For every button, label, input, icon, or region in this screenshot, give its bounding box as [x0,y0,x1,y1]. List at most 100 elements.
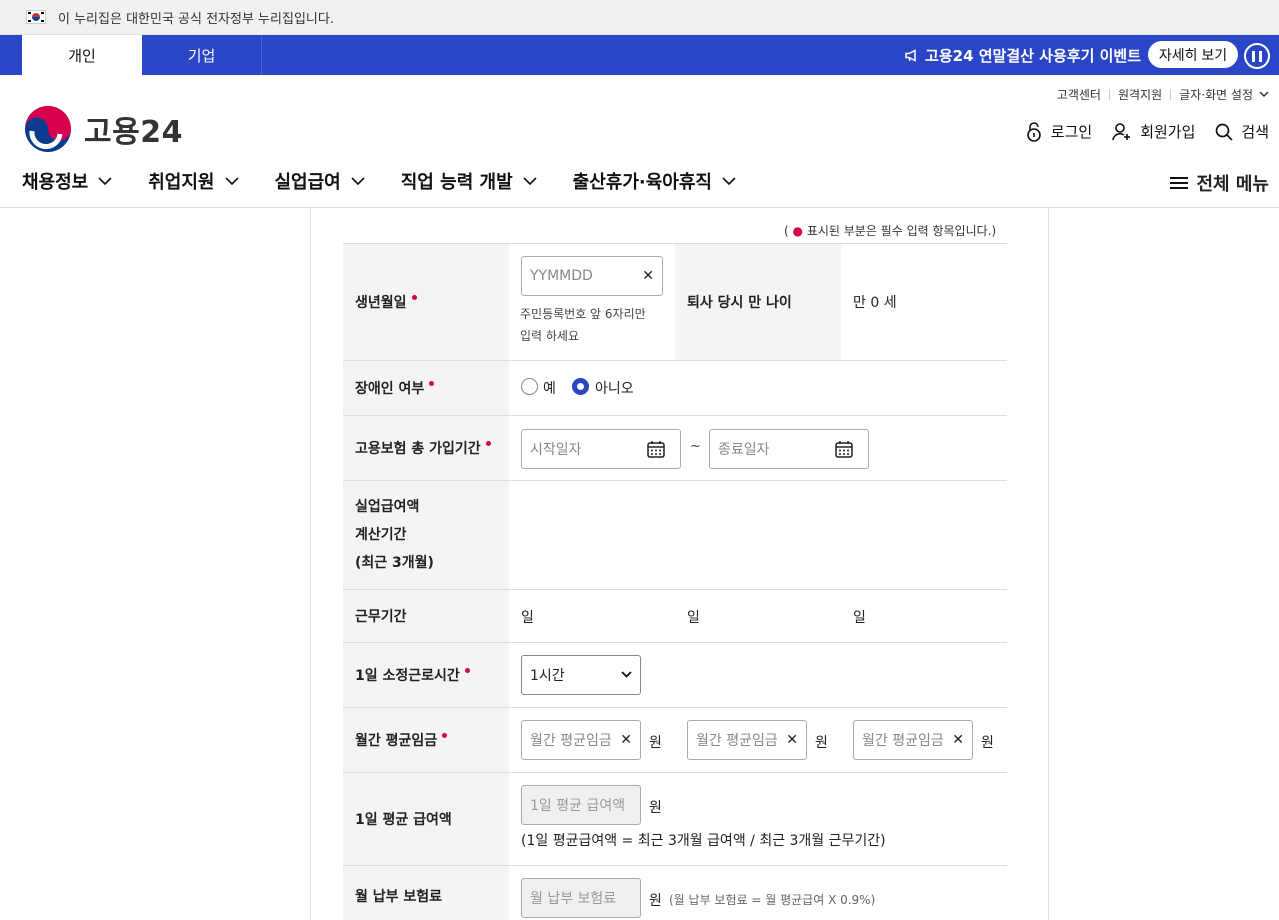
birth-help-line1: 주민등록번호 앞 6자리만 [520,307,646,321]
monthly-wage-label: 월간 평균임금 [343,708,509,772]
nav-item-label: 출산휴가·육아휴직 [572,172,712,193]
work-days-value-2: 일 [687,610,700,626]
clear-icon[interactable]: ✕ [952,732,964,748]
nav-item-label: 채용정보 [22,172,89,193]
monthly-wage-input-3[interactable]: 월간 평균임금 ✕ [853,720,973,760]
utility-links: 고객센터 원격지원 글자·화면 설정 [1057,86,1269,103]
birth-label: 생년월일 [343,244,509,360]
age-value: 만 0 세 [853,295,897,311]
calc-period-line2: 계산기간 [355,527,407,543]
end-date-placeholder: 종료일자 [718,442,770,458]
search-icon [1216,123,1233,141]
row-insurance-period: 고용보험 총 가입기간 시작일자 ~ 종료일자 [343,415,1007,480]
nav-item-label: 취업지원 [148,172,215,193]
row-monthly-wage: 월간 평균임금 월간 평균임금 ✕ 원 월간 평균임금 ✕ 원 월간 평균임금 … [343,707,1007,772]
insurance-period-label: 고용보험 총 가입기간 [343,416,509,480]
monthly-wage-label-text: 월간 평균임금 [355,733,438,749]
daily-hours-select[interactable]: 1시간 [521,655,641,695]
required-note: ( ● 표시된 부분은 필수 입력 항목입니다.) [784,224,997,238]
nav-item-label: 실업급여 [274,172,341,193]
disabled-label-text: 장애인 여부 [355,381,425,397]
insurance-period-label-text: 고용보험 총 가입기간 [355,441,481,457]
clear-icon[interactable]: ✕ [786,732,798,748]
nav-item-parental-leave[interactable]: 출산휴가·육아휴직 [573,168,736,194]
monthly-wage-placeholder: 월간 평균임금 [530,733,612,749]
logo-text: 고용24 [84,115,183,150]
won-unit: 원 [815,735,828,751]
calendar-icon[interactable] [646,439,666,459]
nav-item-unemployment-benefit[interactable]: 실업급여 [275,168,365,194]
clear-icon[interactable]: ✕ [642,268,654,284]
chevron-down-icon [621,671,632,678]
calc-period-line3: (최근 3개월) [355,555,434,571]
content-border-right [1048,208,1049,920]
header-divider [0,207,1279,208]
monthly-wage-placeholder: 월간 평균임금 [862,733,944,749]
required-dot [485,440,491,446]
auth-links: 로그인 회원가입 검색 [1005,121,1269,142]
signup-label: 회원가입 [1140,123,1196,141]
won-unit: 원 [981,735,994,751]
chevron-down-icon [224,177,239,185]
all-menu-button[interactable]: 전체 메뉴 [1170,170,1269,196]
login-button[interactable]: 로그인 [1025,121,1092,142]
birth-input[interactable]: YYMMDD ✕ [521,256,663,296]
search-label: 검색 [1241,123,1269,141]
chevron-down-icon [351,177,365,185]
daily-hours-selected: 1시간 [530,668,565,684]
calc-period-label: 실업급여액 계산기간 (최근 3개월) [343,481,509,589]
daily-pay-placeholder: 1일 평균 급여액 [530,798,626,814]
tab-personal[interactable]: 개인 [22,35,142,75]
event-detail-button[interactable]: 자세히 보기 [1148,41,1238,68]
gov-banner: 이 누리집은 대한민국 공식 전자정부 누리집입니다. [0,0,1279,35]
radio-no-label: 아니오 [595,381,634,397]
monthly-premium-label: 월 납부 보험료 [343,866,509,920]
util-link-customer-center[interactable]: 고객센터 [1057,86,1101,103]
nav-item-employment-support[interactable]: 취업지원 [148,168,239,194]
search-button[interactable]: 검색 [1215,121,1269,142]
daily-hours-label-text: 1일 소정근로시간 [355,668,460,684]
site-logo[interactable]: 고용24 [22,104,183,154]
row-monthly-premium: 월 납부 보험료 월 납부 보험료 원 (월 납부 보험료 = 월 평균급여 X… [343,865,1007,920]
korea-flag-icon [26,10,46,24]
start-date-input[interactable]: 시작일자 [521,429,681,469]
daily-pay-formula: (1일 평균급여액 = 최근 3개월 급여액 / 최근 3개월 근무기간) [521,833,886,849]
nav-item-vocational-training[interactable]: 직업 능력 개발 [401,168,537,194]
radio-no[interactable] [572,378,589,395]
birth-help-line2: 입력 하세요 [520,329,580,343]
nav-item-label: 직업 능력 개발 [400,172,513,193]
util-link-remote-support[interactable]: 원격지원 [1118,86,1162,103]
daily-pay-input: 1일 평균 급여액 [521,785,641,825]
required-dot [429,380,435,386]
work-days-value-3: 일 [853,610,866,626]
megaphone-icon [905,48,916,62]
monthly-wage-placeholder: 월간 평균임금 [696,733,778,749]
all-menu-label: 전체 메뉴 [1196,174,1269,195]
chevron-down-icon [1259,91,1269,98]
row-birth: 생년월일 YYMMDD ✕ 주민등록번호 앞 6자리만 입력 하세요 퇴사 당시… [343,243,1007,360]
pause-icon[interactable] [1244,43,1270,69]
birth-help: 주민등록번호 앞 6자리만 입력 하세요 [520,303,646,347]
monthly-wage-input-2[interactable]: 월간 평균임금 ✕ [687,720,807,760]
daily-pay-label: 1일 평균 급여액 [343,773,509,865]
signup-button[interactable]: 회원가입 [1112,121,1195,142]
monthly-wage-input-1[interactable]: 월간 평균임금 ✕ [521,720,641,760]
calc-period-line1: 실업급여액 [355,499,420,515]
row-calc-period: 실업급여액 계산기간 (최근 3개월) [343,480,1007,589]
nav-item-jobs[interactable]: 채용정보 [22,168,112,194]
util-link-display-settings[interactable]: 글자·화면 설정 [1179,86,1253,103]
required-dot [442,732,448,738]
main-nav: 채용정보 취업지원 실업급여 직업 능력 개발 출산휴가·육아휴직 [22,168,772,194]
calendar-icon[interactable] [834,439,854,459]
radio-yes[interactable] [521,378,538,395]
birth-label-text: 생년월일 [355,295,407,311]
date-range-tilde: ~ [690,439,701,454]
row-disabled: 장애인 여부 예 아니오 [343,360,1007,415]
required-note-text: 표시된 부분은 필수 입력 항목입니다. [806,224,992,238]
end-date-input[interactable]: 종료일자 [709,429,869,469]
clear-icon[interactable]: ✕ [620,732,632,748]
event-banner[interactable]: 고용24 연말결산 사용후기 이벤트 [905,35,1141,75]
content-border-left [310,208,311,920]
tab-business[interactable]: 기업 [142,35,262,75]
gov-banner-text: 이 누리집은 대한민국 공식 전자정부 누리집입니다. [58,11,334,27]
